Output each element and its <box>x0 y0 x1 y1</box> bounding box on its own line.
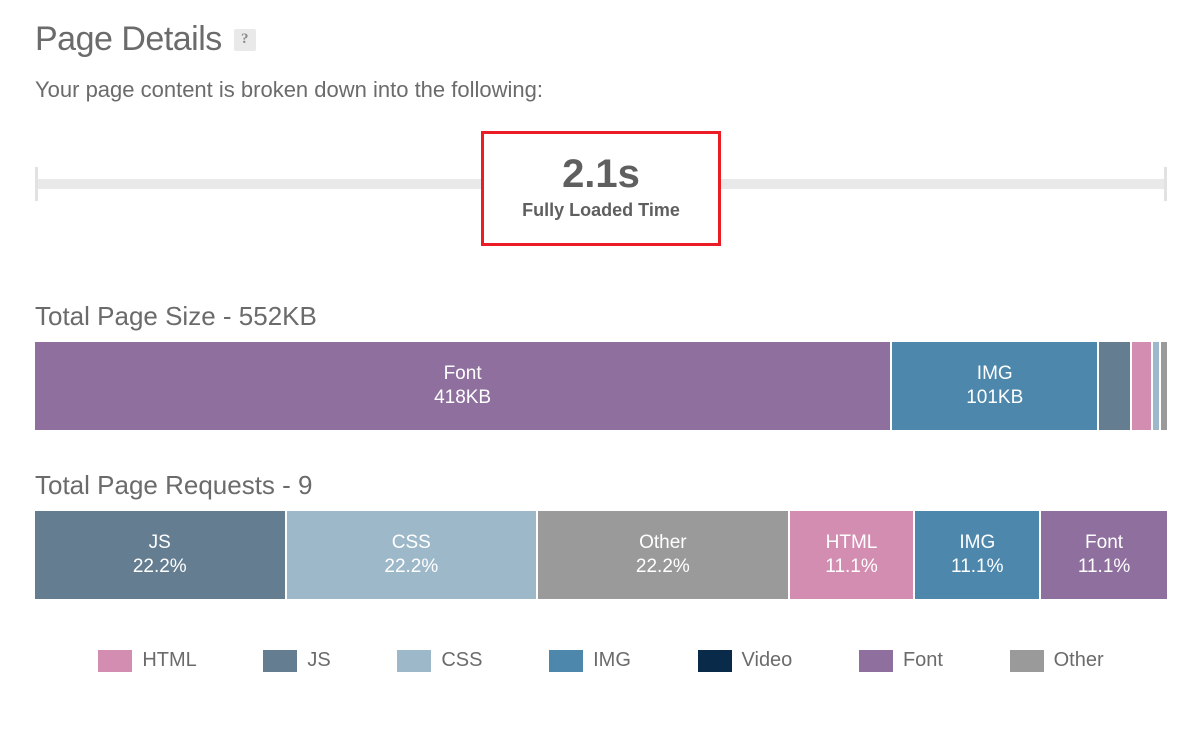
segment-value: 101KB <box>966 386 1023 410</box>
legend-item-video[interactable]: Video <box>698 649 793 672</box>
help-icon[interactable]: ? <box>234 29 256 51</box>
segment-value: 11.1% <box>951 555 1003 579</box>
segment-other[interactable]: Other22.2% <box>538 511 790 599</box>
segment-css[interactable]: CSS22.2% <box>287 511 539 599</box>
legend-label: JS <box>307 649 330 672</box>
segment-font[interactable]: Font11.1% <box>1041 511 1167 599</box>
segment-value: 22.2% <box>636 555 690 579</box>
legend-swatch <box>98 650 132 672</box>
legend-item-html[interactable]: HTML <box>98 649 196 672</box>
segment-value: 22.2% <box>133 555 187 579</box>
segment-label: CSS <box>392 531 431 555</box>
legend-swatch <box>549 650 583 672</box>
timeline-tick-end <box>1164 167 1167 201</box>
legend-item-js[interactable]: JS <box>263 649 330 672</box>
segment-js[interactable] <box>1099 342 1132 430</box>
fully-loaded-label: Fully Loaded Time <box>514 200 688 221</box>
segment-value: 22.2% <box>384 555 438 579</box>
legend: HTML JS CSS IMG Video Font Other <box>35 639 1167 672</box>
legend-swatch <box>397 650 431 672</box>
legend-swatch <box>263 650 297 672</box>
segment-value: 11.1% <box>825 555 877 579</box>
segment-img[interactable]: IMG101KB <box>892 342 1099 430</box>
legend-label: HTML <box>142 649 196 672</box>
segment-label: Font <box>1085 531 1123 555</box>
segment-value: 11.1% <box>1078 555 1130 579</box>
legend-swatch <box>698 650 732 672</box>
segment-other[interactable] <box>1161 342 1167 430</box>
segment-html[interactable]: HTML11.1% <box>790 511 916 599</box>
legend-label: Other <box>1054 649 1104 672</box>
legend-label: Video <box>742 649 793 672</box>
page-title: Page Details <box>35 20 222 59</box>
legend-label: Font <box>903 649 943 672</box>
legend-item-img[interactable]: IMG <box>549 649 631 672</box>
load-timeline: 2.1s Fully Loaded Time <box>35 141 1167 261</box>
page-requests-bar: JS22.2%CSS22.2%Other22.2%HTML11.1%IMG11.… <box>35 511 1167 599</box>
intro-text: Your page content is broken down into th… <box>35 77 1167 103</box>
legend-swatch <box>1010 650 1044 672</box>
legend-item-css[interactable]: CSS <box>397 649 482 672</box>
segment-img[interactable]: IMG11.1% <box>915 511 1041 599</box>
segment-js[interactable]: JS22.2% <box>35 511 287 599</box>
segment-label: IMG <box>959 531 995 555</box>
segment-font[interactable]: Font418KB <box>35 342 892 430</box>
legend-label: IMG <box>593 649 631 672</box>
segment-value: 418KB <box>434 386 491 410</box>
segment-label: IMG <box>977 362 1013 386</box>
segment-label: JS <box>149 531 171 555</box>
legend-item-other[interactable]: Other <box>1010 649 1104 672</box>
segment-label: Font <box>444 362 482 386</box>
timeline-tick-start <box>35 167 38 201</box>
page-size-title: Total Page Size - 552KB <box>35 301 1167 332</box>
segment-label: HTML <box>826 531 878 555</box>
fully-loaded-value: 2.1s <box>514 152 688 196</box>
legend-swatch <box>859 650 893 672</box>
segment-label: Other <box>639 531 687 555</box>
segment-html[interactable] <box>1132 342 1153 430</box>
page-requests-title: Total Page Requests - 9 <box>35 470 1167 501</box>
page-size-bar: Font418KBIMG101KB <box>35 342 1167 430</box>
legend-item-font[interactable]: Font <box>859 649 943 672</box>
legend-label: CSS <box>441 649 482 672</box>
segment-css[interactable] <box>1153 342 1161 430</box>
fully-loaded-box: 2.1s Fully Loaded Time <box>481 131 721 246</box>
